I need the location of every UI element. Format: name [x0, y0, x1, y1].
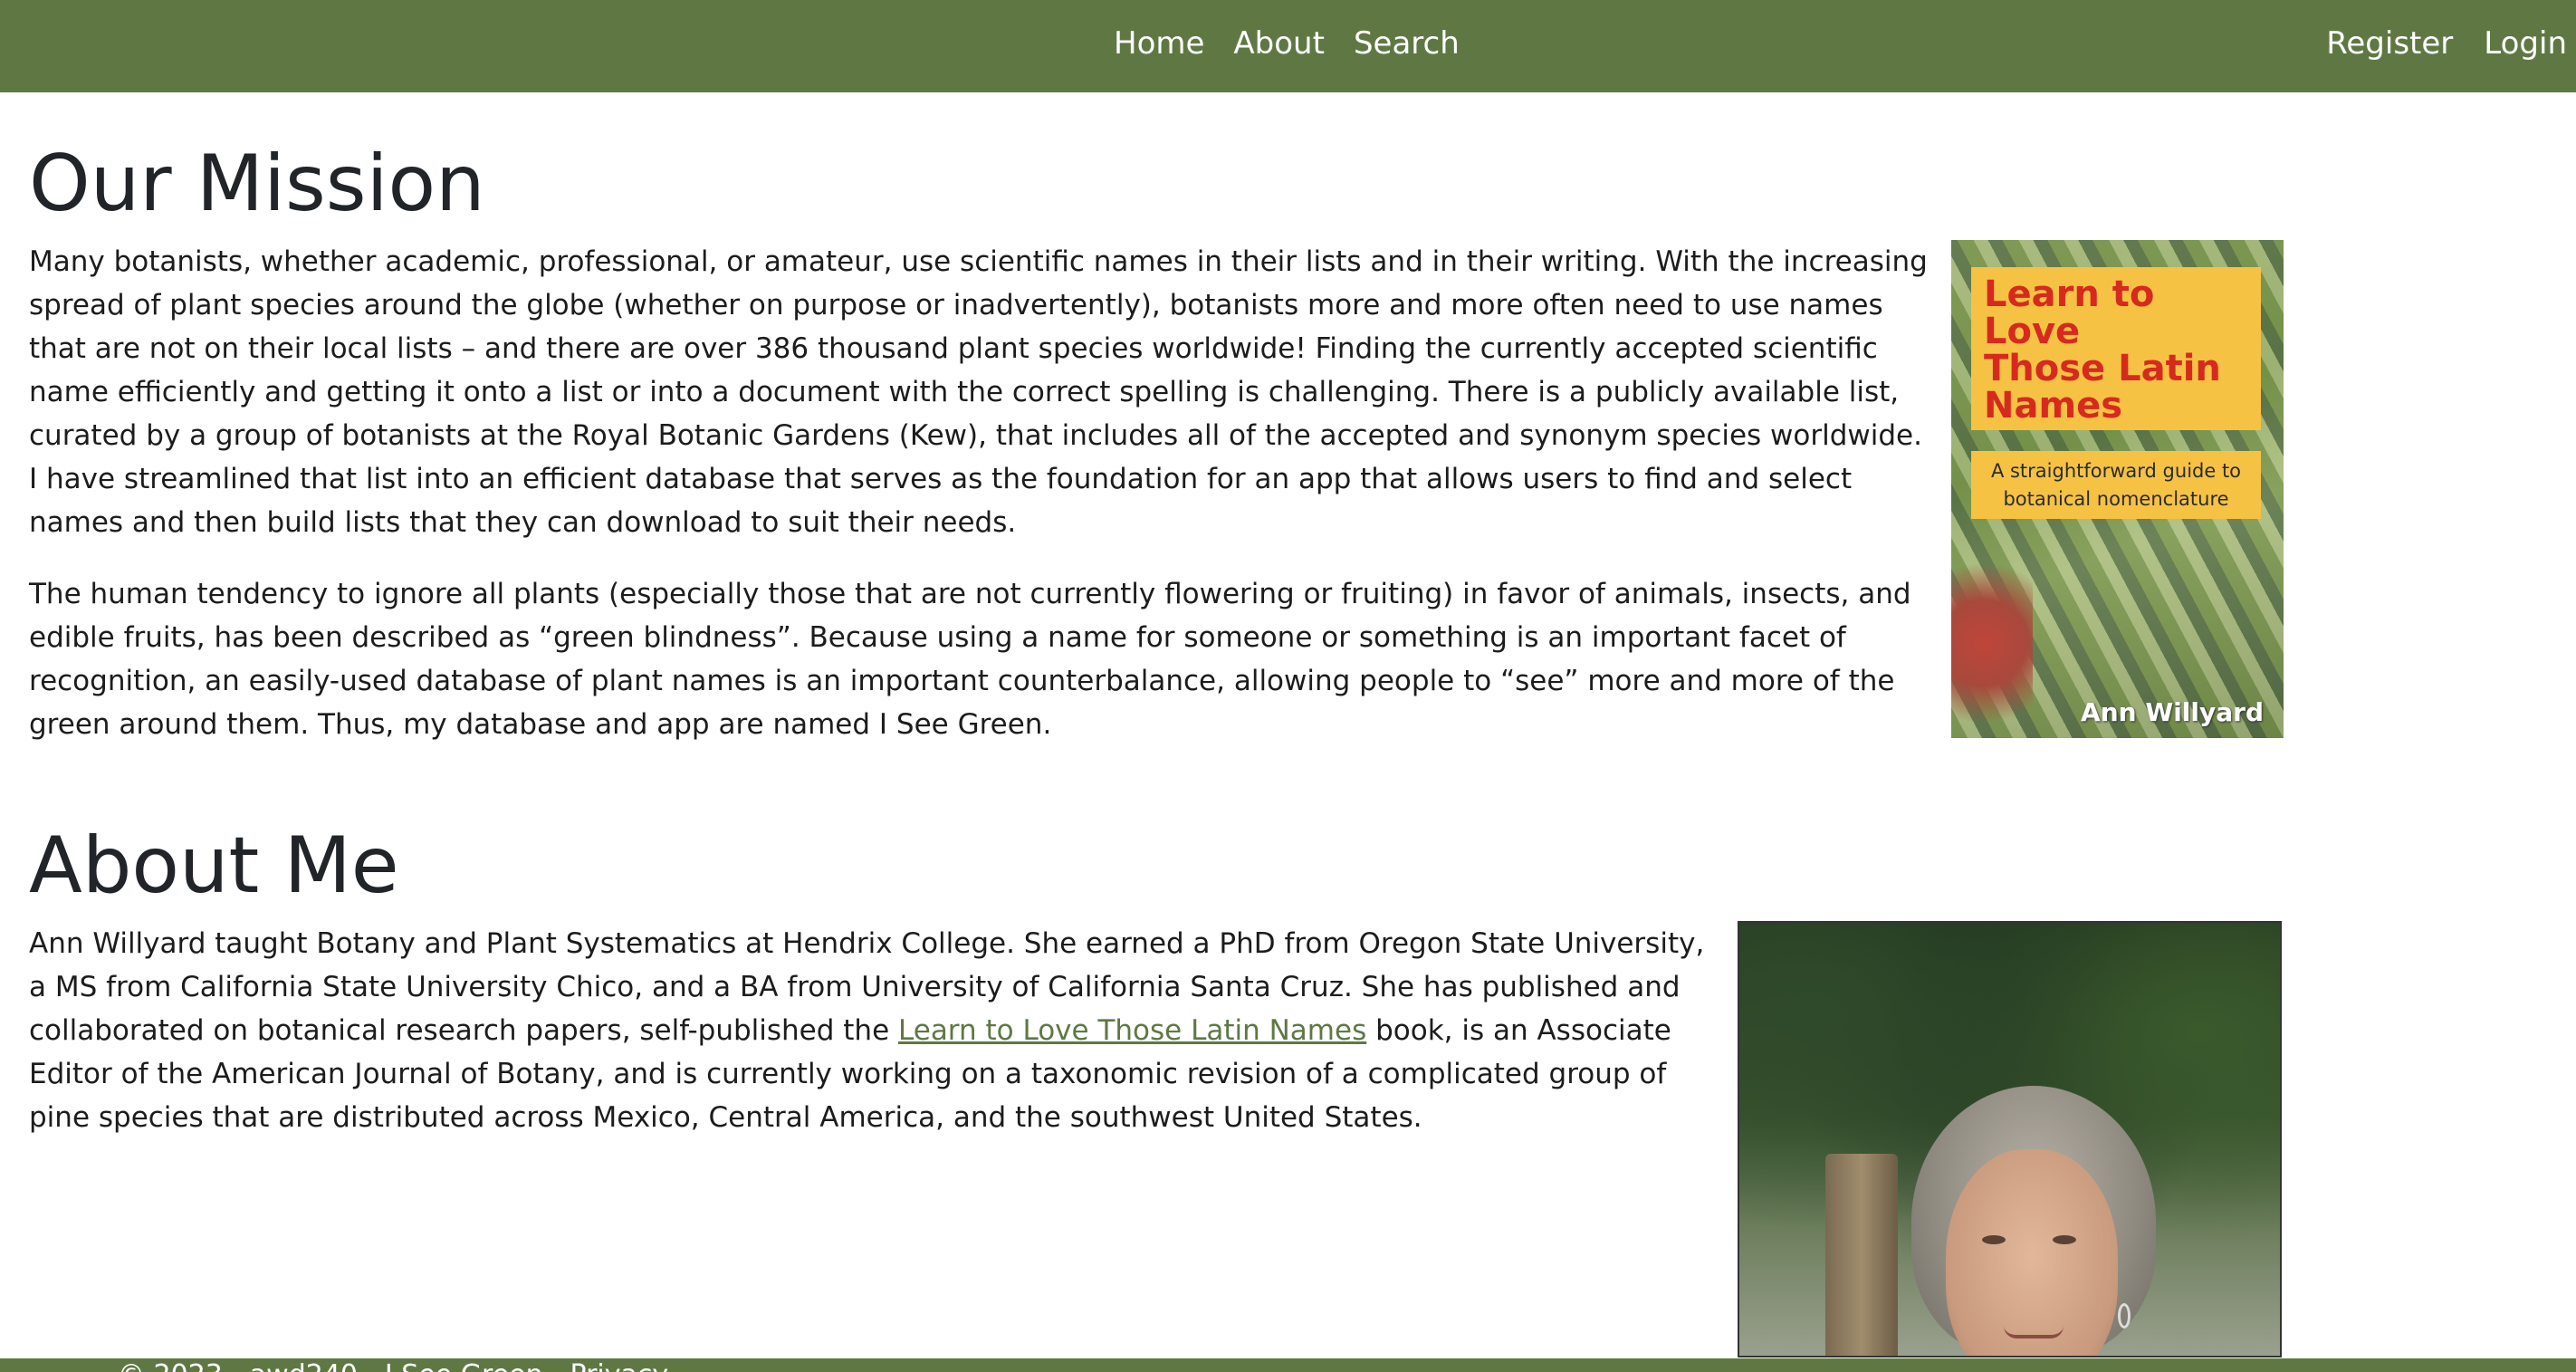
mission-heading: Our Mission [29, 139, 485, 229]
portrait-mouth [2004, 1326, 2064, 1338]
nav-about-link[interactable]: About [1233, 25, 1325, 62]
book-link[interactable]: Learn to Love Those Latin Names [898, 1014, 1366, 1047]
about-heading: About Me [29, 820, 399, 911]
account-nav: Register Login [2326, 0, 2567, 86]
mission-paragraph-2: The human tendency to ignore all plants … [29, 578, 1911, 741]
main-nav: Home About Search [1114, 0, 1460, 86]
mission-paragraph-1: Many botanists, whether academic, profes… [29, 245, 1928, 539]
portrait-left-eye [1982, 1235, 2006, 1244]
book-cover-image: Learn to Love Those Latin Names A straig… [1951, 240, 2284, 738]
book-subtitle: A straightforward guide to botanical nom… [1990, 459, 2242, 510]
portrait-background-bench [1825, 1154, 1898, 1356]
portrait-right-eye [2053, 1235, 2076, 1244]
author-portrait [1738, 921, 2282, 1358]
book-title: Learn to Love Those Latin Names [1984, 273, 2221, 427]
book-title-panel: Learn to Love Those Latin Names [1971, 267, 2261, 430]
book-subtitle-panel: A straightforward guide to botanical nom… [1971, 451, 2261, 519]
register-link[interactable]: Register [2326, 25, 2453, 62]
top-navbar: Home About Search Register Login [0, 0, 2576, 92]
login-link[interactable]: Login [2484, 25, 2567, 62]
nav-home-link[interactable]: Home [1114, 25, 1204, 62]
about-paragraph: Ann Willyard taught Botany and Plant Sys… [29, 922, 1713, 1139]
nav-search-link[interactable]: Search [1354, 25, 1460, 62]
book-author: Ann Willyard [2081, 697, 2264, 727]
portrait-earring [2118, 1303, 2131, 1329]
footer: © 2023 - awd240 - I See Green - Privacy [0, 1358, 2576, 1372]
book-cover-flowers [1951, 548, 2033, 738]
footer-text: © 2023 - awd240 - I See Green - Privacy [118, 1362, 668, 1372]
